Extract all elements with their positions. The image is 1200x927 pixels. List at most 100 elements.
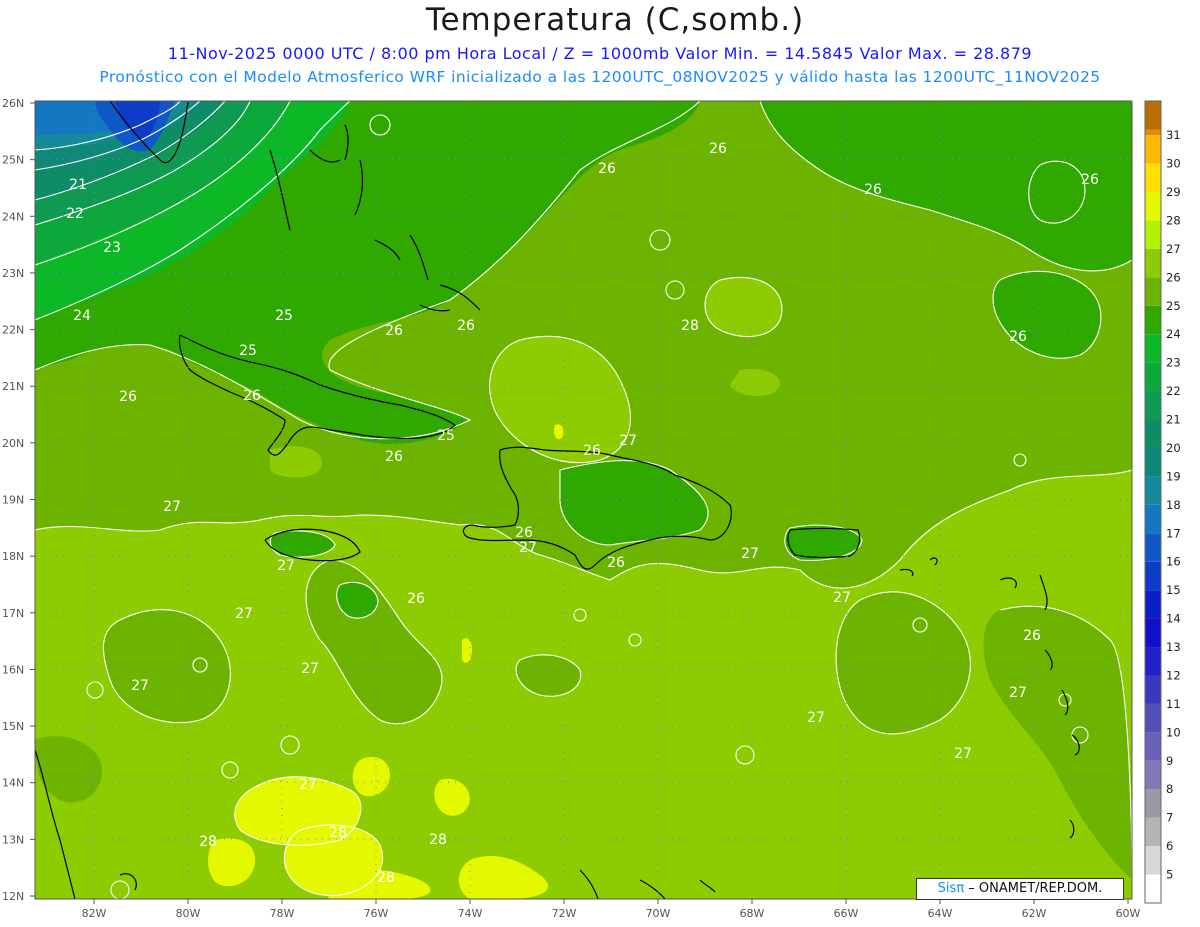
colorbar-label: 6 [1166, 839, 1173, 853]
contour-label: 26 [709, 141, 727, 157]
colorbar-label: 14 [1166, 612, 1181, 626]
colorbar-swatch [1145, 533, 1161, 562]
lon-label: 66W [834, 907, 859, 920]
field-27-patch-west-cuba [270, 446, 322, 478]
lon-label: 78W [270, 907, 295, 920]
colorbar-label: 18 [1166, 498, 1181, 512]
lat-label: 17N [2, 607, 24, 620]
longitude-axis: 82W 80W 78W 76W 74W 72W 70W 68W 66W 64W 62W 60W [82, 899, 1141, 920]
temperature-map: 21222324 252526 2626 2626262626252627262727… [2, 97, 1181, 920]
colorbar-label: 24 [1166, 327, 1181, 341]
lon-label: 68W [740, 907, 765, 920]
lat-label: 22N [2, 324, 24, 337]
contour-label: 26 [1023, 628, 1041, 644]
contour-label: 23 [103, 240, 121, 256]
map-field: 21222324 252526 2626 2626262626252627262727… [35, 101, 1132, 899]
colorbar-label: 17 [1166, 526, 1181, 540]
lat-label: 14N [2, 777, 24, 790]
colorbar-swatch [1145, 732, 1161, 761]
colorbar-label: 22 [1166, 384, 1181, 398]
lon-label: 82W [82, 907, 107, 920]
colorbar-swatch [1145, 817, 1161, 847]
contour-label: 26 [607, 555, 625, 571]
colorbar-swatch [1145, 504, 1161, 534]
contour-label: 28 [329, 825, 347, 841]
lon-label: 64W [928, 907, 953, 920]
colorbar-swatch [1145, 561, 1161, 591]
lat-label: 13N [2, 833, 24, 846]
lat-label: 20N [2, 437, 24, 450]
contour-label: 27 [1009, 685, 1027, 701]
colorbar-swatch [1145, 362, 1161, 392]
colorbar-swatch [1145, 846, 1161, 875]
colorbar-swatch [1145, 476, 1161, 505]
credit-agency: – ONAMET/REP.DOM. [968, 881, 1103, 896]
lat-label: 15N [2, 720, 24, 733]
contour-label: 24 [73, 308, 91, 324]
colorbar-label: 7 [1166, 811, 1173, 825]
colorbar-swatch [1145, 419, 1161, 448]
lat-label: 23N [2, 267, 24, 280]
colorbar-label: 10 [1166, 725, 1181, 739]
contour-label: 27 [619, 433, 637, 449]
contour-label: 27 [299, 777, 317, 793]
lon-label: 60W [1116, 907, 1141, 920]
colorbar-swatch [1145, 277, 1161, 306]
latitude-axis: 26N 25N 24N 23N 22N 21N 20N 19N 18N 17N 16N 15N 14N 1… [2, 97, 35, 903]
contour-label: 27 [519, 540, 537, 556]
credit-sis: Sis [937, 881, 957, 896]
contour-label: 26 [583, 443, 601, 459]
colorbar-swatch [1145, 163, 1161, 193]
colorbar-swatch [1145, 101, 1161, 130]
contour-label: 28 [377, 870, 395, 886]
contour-label: 27 [741, 546, 759, 562]
contour-label: 26 [385, 449, 403, 465]
contour-label: 26 [243, 388, 261, 404]
colorbar-label: 28 [1166, 213, 1181, 227]
contour-label: 26 [457, 318, 475, 334]
credit-box: Sisπ – ONAMET/REP.DOM. [916, 878, 1124, 900]
contour-label: 25 [275, 308, 293, 324]
colorbar-label: 19 [1166, 469, 1181, 483]
contour-label: 26 [407, 591, 425, 607]
colorbar-swatch [1145, 248, 1161, 278]
colorbar-swatch [1145, 590, 1161, 619]
colorbar-label: 15 [1166, 583, 1181, 597]
colorbar-label: 9 [1166, 754, 1173, 768]
lat-label: 12N [2, 890, 24, 903]
colorbar-swatch [1145, 192, 1161, 221]
colorbar-label: 5 [1166, 868, 1173, 882]
lat-label: 25N [2, 154, 24, 167]
contour-label: 28 [199, 834, 217, 850]
contour-label: 27 [833, 590, 851, 606]
contour-label: 27 [277, 558, 295, 574]
contour-label: 25 [437, 428, 455, 444]
contour-label: 26 [119, 389, 137, 405]
contour-label: 27 [235, 606, 253, 622]
colorbar-label: 20 [1166, 441, 1181, 455]
lon-label: 62W [1022, 907, 1047, 920]
colorbar-swatch [1145, 391, 1161, 420]
colorbar-label: 29 [1166, 185, 1181, 199]
contour-label: 28 [429, 832, 447, 848]
contour-label: 27 [301, 661, 319, 677]
colorbar: 5 6 7 8 9 10 11 12 13 14 15 16 17 18 19 20 21 22 23 24 25 26 2… [1144, 100, 1181, 904]
colorbar-label: 23 [1166, 356, 1181, 370]
colorbar-label: 27 [1166, 242, 1181, 256]
colorbar-swatch [1145, 447, 1161, 477]
colorbar-swatch [1145, 675, 1161, 704]
lat-label: 16N [2, 663, 24, 676]
lat-label: 18N [2, 550, 24, 563]
colorbar-label: 12 [1166, 668, 1181, 682]
colorbar-swatch [1145, 789, 1161, 818]
colorbar-label: 26 [1166, 270, 1181, 284]
contour-label: 26 [1081, 172, 1099, 188]
pi-icon: π [956, 881, 965, 896]
colorbar-swatch [1145, 220, 1161, 249]
colorbar-swatch [1145, 305, 1161, 335]
colorbar-label: 30 [1166, 157, 1181, 171]
colorbar-swatch [1145, 703, 1161, 733]
lat-label: 21N [2, 380, 24, 393]
contour-label: 26 [385, 323, 403, 339]
colorbar-label: 16 [1166, 555, 1181, 569]
